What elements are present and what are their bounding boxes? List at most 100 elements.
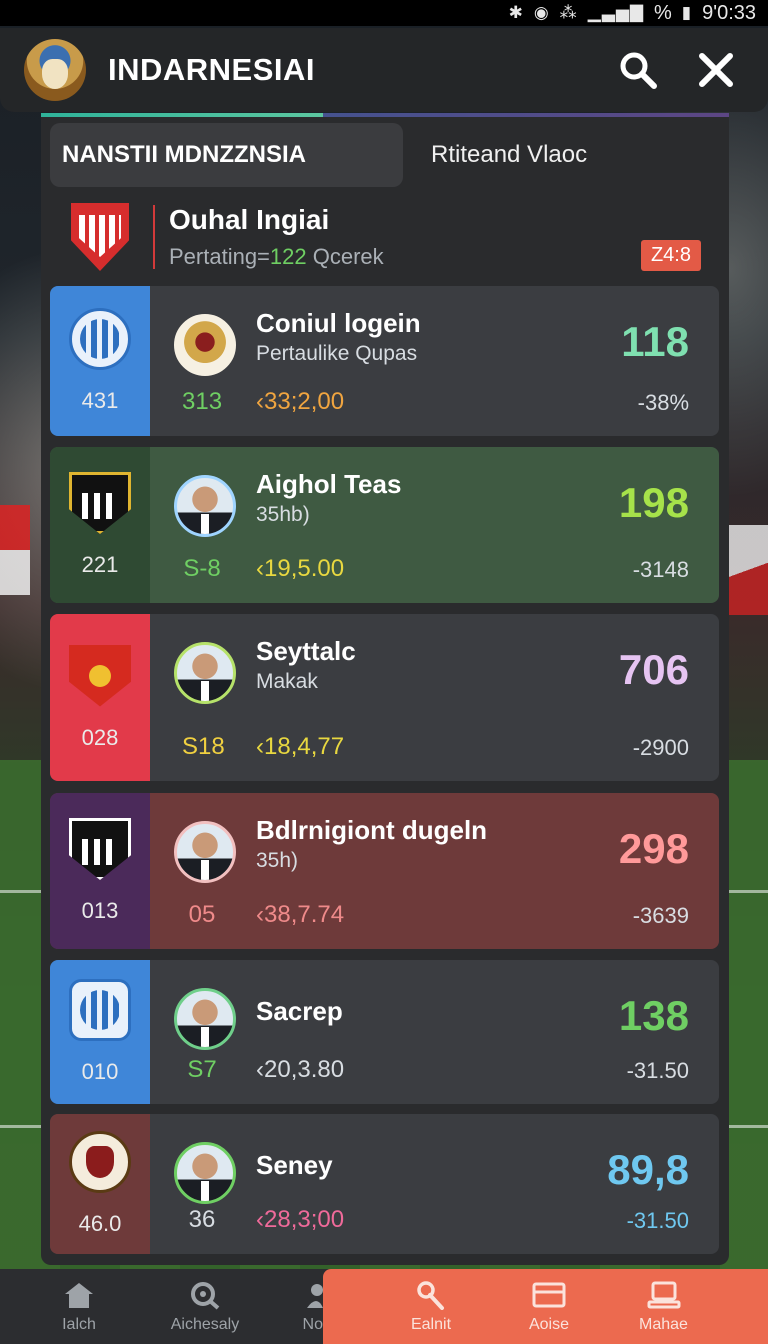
match-subtitle-suffix: Qcerek xyxy=(306,244,384,269)
nav-label: Ealnit xyxy=(410,1315,452,1333)
rank-cell: 46.0 xyxy=(50,1114,150,1254)
divider xyxy=(153,205,155,269)
match-time-badge: Z4:8 xyxy=(640,240,701,271)
monitor-icon xyxy=(647,1281,680,1308)
chevron-left-icon: ‹ xyxy=(256,388,264,415)
score-value: 198 xyxy=(618,479,689,526)
flag-decoration xyxy=(0,505,30,595)
row-body: Coniul logein Pertaulike Qupas 313 ‹33;2… xyxy=(150,286,719,436)
player-subtitle: Makak xyxy=(256,670,318,693)
player-avatar xyxy=(174,642,236,704)
nav-item-no[interactable]: No xyxy=(252,1269,323,1344)
player-name: Aighol Teas xyxy=(256,469,402,499)
player-name: Seney xyxy=(256,1150,333,1180)
score-delta: -31.50 xyxy=(626,1058,689,1083)
stat-secondary-value: 18,4,77 xyxy=(264,733,345,760)
ranking-row[interactable]: 431 Coniul logein Pertaulike Qupas 313 ‹… xyxy=(50,286,719,436)
club-crest-icon xyxy=(69,308,131,370)
score-value: 89,8 xyxy=(607,1146,689,1193)
nav-item-ealnit[interactable]: Ealnit xyxy=(323,1269,539,1344)
stat-secondary-value: 33;2,00 xyxy=(264,388,345,415)
player-avatar xyxy=(174,475,236,537)
rank-number: 010 xyxy=(81,1059,119,1084)
nav-item-aoise[interactable]: Aoise xyxy=(529,1269,569,1344)
chevron-left-icon: ‹ xyxy=(256,733,264,760)
nav-item-aichesaly[interactable]: Aichesaly xyxy=(158,1269,252,1344)
battery-percent: % xyxy=(653,1,672,24)
close-button[interactable] xyxy=(688,42,744,98)
club-crest-icon xyxy=(69,644,131,707)
score-delta: -3639 xyxy=(632,903,689,928)
signal-icon: ▁▃▅▇ xyxy=(587,3,644,22)
close-icon xyxy=(699,53,733,87)
tab-nanstii[interactable]: NANSTII MDNZZNSIA xyxy=(50,123,403,187)
player-subtitle: 35h) xyxy=(256,849,299,872)
ranking-row[interactable]: 013 Bdlrnigiont dugeln 35h) 05 ‹38,7.74 … xyxy=(50,793,719,949)
match-header[interactable]: Ouhal Ingiai Pertating=122 Qcerek Z4:8 xyxy=(41,195,729,279)
club-crest-icon xyxy=(69,472,131,534)
bottom-navigation: Ialch Aichesaly No Ealnit Aoise Mahae xyxy=(0,1269,768,1344)
rank-cell: 010 xyxy=(50,960,150,1104)
stat-secondary: ‹38,7.74 xyxy=(256,901,344,929)
player-subtitle: Pertaulike Qupas xyxy=(256,342,418,365)
wifi-icon: ⁂ xyxy=(559,3,578,22)
row-body: Aighol Teas 35hb) S-8 ‹19,5.00 198 -3148 xyxy=(150,447,719,603)
clock: 9'0:33 xyxy=(702,1,756,24)
rank-number: 013 xyxy=(81,898,119,923)
tab-bar: NANSTII MDNZZNSIA Rtiteand Vlaoc xyxy=(50,123,720,187)
nav-label: Aichesaly xyxy=(170,1315,240,1333)
row-body: Sacrep S7 ‹20,3.80 138 -31.50 xyxy=(150,960,719,1104)
ranking-row[interactable]: 221 Aighol Teas 35hb) S-8 ‹19,5.00 198 -… xyxy=(50,447,719,603)
progress-bar xyxy=(41,113,729,117)
score-delta: -38% xyxy=(637,390,689,415)
score-value: 298 xyxy=(618,825,689,872)
home-icon xyxy=(65,1282,93,1308)
stat-primary: 36 xyxy=(188,1206,216,1233)
stat-secondary-value: 38,7.74 xyxy=(264,901,345,928)
progress-fill xyxy=(41,113,324,117)
nav-label: Mahae xyxy=(639,1315,688,1333)
score-value: 118 xyxy=(621,318,689,365)
stat-primary: S-8 xyxy=(183,555,221,582)
stat-primary: 313 xyxy=(182,388,223,415)
nav-label: Ialch xyxy=(62,1315,96,1333)
chevron-left-icon: ‹ xyxy=(256,1206,264,1233)
club-crest-icon xyxy=(69,818,131,880)
rank-number: 221 xyxy=(81,552,119,577)
club-crest-icon xyxy=(69,1131,131,1193)
row-body: Bdlrnigiont dugeln 35h) 05 ‹38,7.74 298 … xyxy=(150,793,719,949)
score-value: 138 xyxy=(618,992,689,1039)
club-crest-icon xyxy=(69,979,131,1041)
row-body: Seyttalc Makak S18 ‹18,4,77 706 -2900 xyxy=(150,614,719,781)
player-name: Coniul logein xyxy=(256,308,421,338)
stat-primary: S18 xyxy=(182,733,225,760)
stat-secondary: ‹18,4,77 xyxy=(256,733,344,761)
rank-cell: 028 xyxy=(50,614,150,781)
score-value: 706 xyxy=(618,646,689,693)
ranking-row[interactable]: 46.0 Seney 36 ‹28,3;00 89,8 -31.50 xyxy=(50,1114,719,1254)
stat-secondary-value: 28,3;00 xyxy=(264,1206,345,1233)
ranking-row[interactable]: 010 Sacrep S7 ‹20,3.80 138 -31.50 xyxy=(50,960,719,1104)
search-button[interactable] xyxy=(610,42,666,98)
nav-label: No xyxy=(302,1315,323,1333)
score-delta: -31.50 xyxy=(626,1208,689,1233)
score-delta: -2900 xyxy=(632,735,689,760)
stat-secondary: ‹20,3.80 xyxy=(256,1056,344,1084)
match-info: Ouhal Ingiai Pertating=122 Qcerek xyxy=(169,204,641,270)
chevron-left-icon: ‹ xyxy=(256,555,264,582)
match-title: Ouhal Ingiai xyxy=(169,204,330,235)
nav-item-mahae[interactable]: Mahae xyxy=(559,1269,768,1344)
player-name: Seyttalc xyxy=(256,636,356,666)
search-target-icon xyxy=(191,1281,220,1310)
ranking-row[interactable]: 028 Seyttalc Makak S18 ‹18,4,77 706 -290… xyxy=(50,614,719,781)
tab-rtiteand[interactable]: Rtiteand Vlaoc xyxy=(403,123,587,187)
player-avatar xyxy=(174,1142,236,1204)
nav-item-ialch[interactable]: Ialch xyxy=(0,1269,158,1344)
player-avatar xyxy=(174,988,236,1050)
match-subtitle-prefix: Pertating= xyxy=(169,244,270,269)
user-icon xyxy=(307,1283,323,1308)
stat-secondary-value: 20,3.80 xyxy=(264,1056,345,1083)
rank-cell: 013 xyxy=(50,793,150,949)
search-icon xyxy=(620,52,657,89)
status-bar: ✱ ◉ ⁂ ▁▃▅▇ % ▮ 9'0:33 xyxy=(0,0,768,26)
